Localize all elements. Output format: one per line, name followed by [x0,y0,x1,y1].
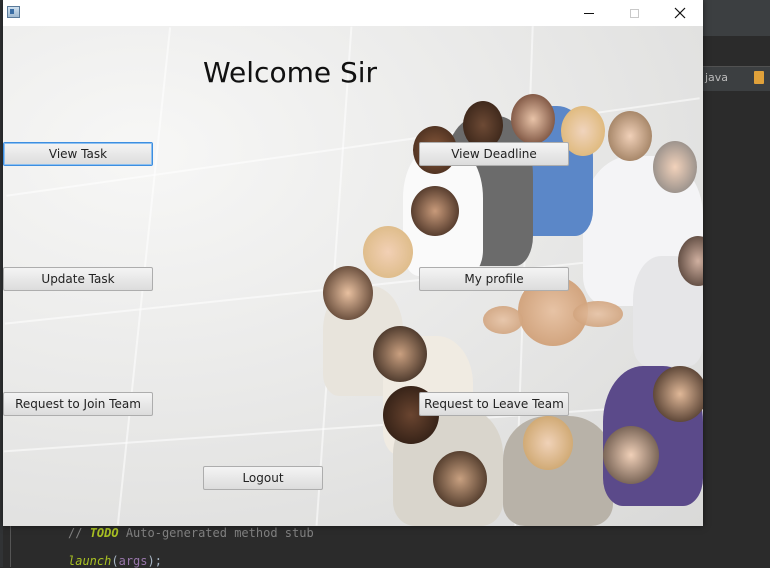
main-panel: Welcome Sir View Task View Deadline Upda… [3,26,703,526]
person-head [411,186,459,236]
app-icon [7,6,20,18]
joined-hands [573,301,623,327]
maximize-button[interactable] [611,0,657,26]
view-task-button[interactable]: View Task [3,142,153,166]
close-icon [674,7,686,19]
comment-prefix: // [68,526,83,540]
ide-editor-tab-label: java [705,71,729,84]
ide-fold-line [10,526,11,567]
person-head [373,326,427,382]
join-team-button[interactable]: Request to Join Team [3,392,153,416]
close-button[interactable] [657,0,703,26]
todo-keyword: TODO [89,526,119,540]
maximize-icon [629,8,639,18]
person-head [323,266,373,320]
launch-arg: args [118,554,148,568]
person-head [433,451,487,507]
view-deadline-button[interactable]: View Deadline [419,142,569,166]
minimize-icon [584,12,594,14]
person-head [653,141,697,193]
launch-call: launch [68,554,112,568]
leave-team-button[interactable]: Request to Leave Team [419,392,569,416]
app-window: Welcome Sir View Task View Deadline Upda… [3,0,703,526]
minimize-button[interactable] [566,0,612,26]
person-head [653,366,703,422]
person-head [603,426,659,484]
comment-text: Auto-generated method stub [125,526,314,540]
code-line-launch: launch(args); [68,554,162,568]
java-file-icon [754,71,764,84]
code-line-comment: // TODO Auto-generated method stub [68,526,314,540]
joined-hands [483,306,523,334]
my-profile-button[interactable]: My profile [419,267,569,291]
update-task-button[interactable]: Update Task [3,267,153,291]
person-head [523,416,573,470]
person-head [363,226,413,278]
person-head [511,94,555,144]
person-head [608,111,652,161]
welcome-heading: Welcome Sir [203,56,378,89]
title-bar[interactable] [3,0,703,26]
logout-button[interactable]: Logout [203,466,323,490]
